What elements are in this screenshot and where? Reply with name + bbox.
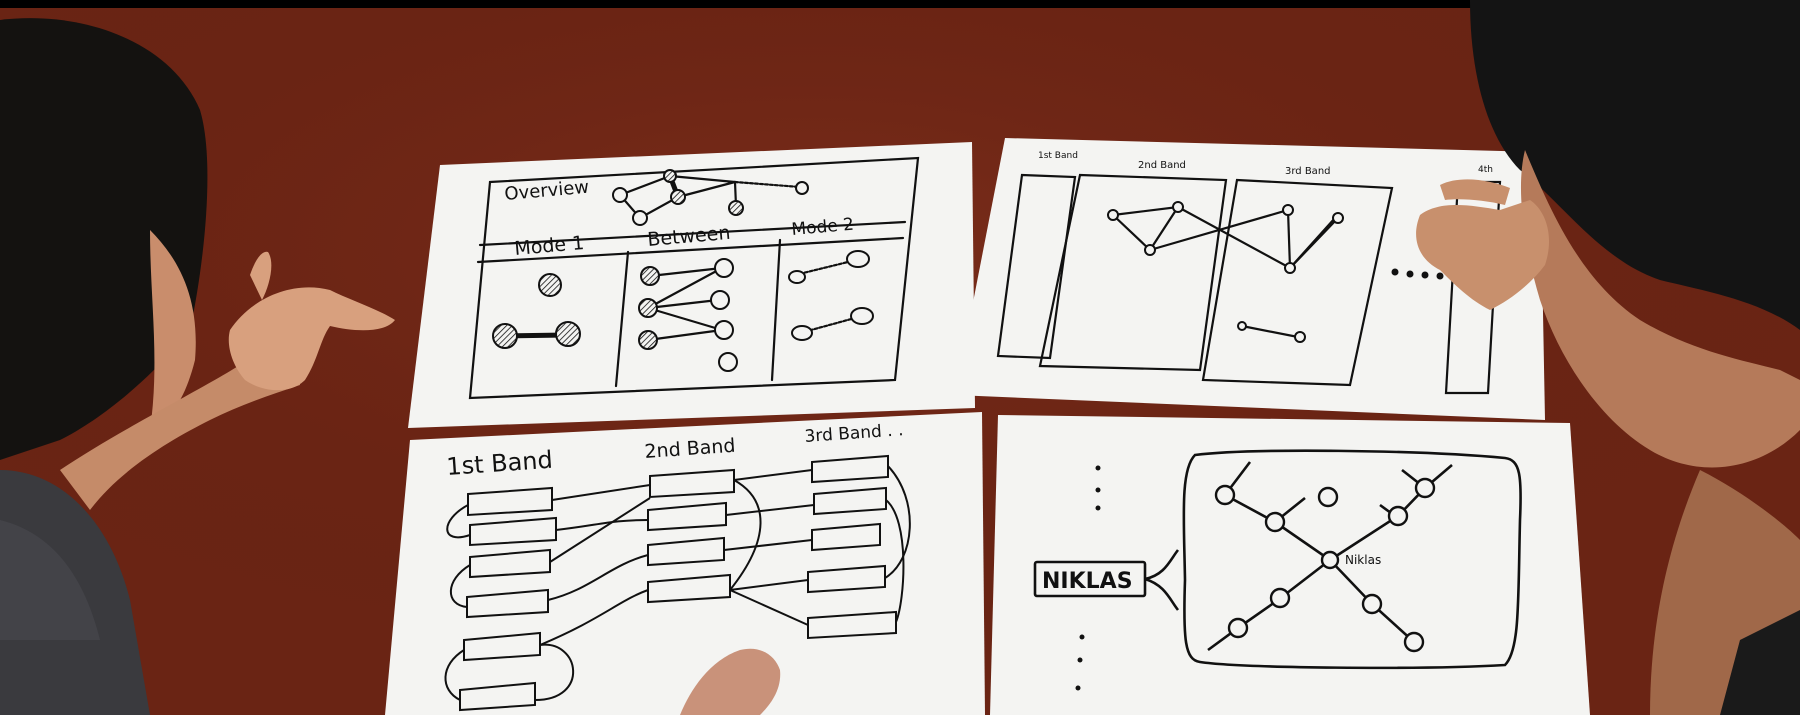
- band-top-2: 2nd Band: [1138, 160, 1186, 171]
- niklas-node-label: Niklas: [1345, 553, 1381, 567]
- sketch-overview: Overview Mode 1 Between Mode 2: [408, 142, 975, 428]
- sketch-node-detail: NIKLAS Niklas: [990, 415, 1590, 715]
- band-top-3: 3rd Band: [1285, 166, 1331, 177]
- niklas-label-box: NIKLAS: [1042, 569, 1133, 594]
- band-top-4: 4th: [1478, 165, 1493, 175]
- band-top-1: 1st Band: [1038, 151, 1078, 161]
- sketch-bands-lists: 1st Band 2nd Band 3rd Band . .: [385, 412, 985, 715]
- photo-scene: Overview Mode 1 Between Mode 2 1st Band …: [0, 0, 1800, 715]
